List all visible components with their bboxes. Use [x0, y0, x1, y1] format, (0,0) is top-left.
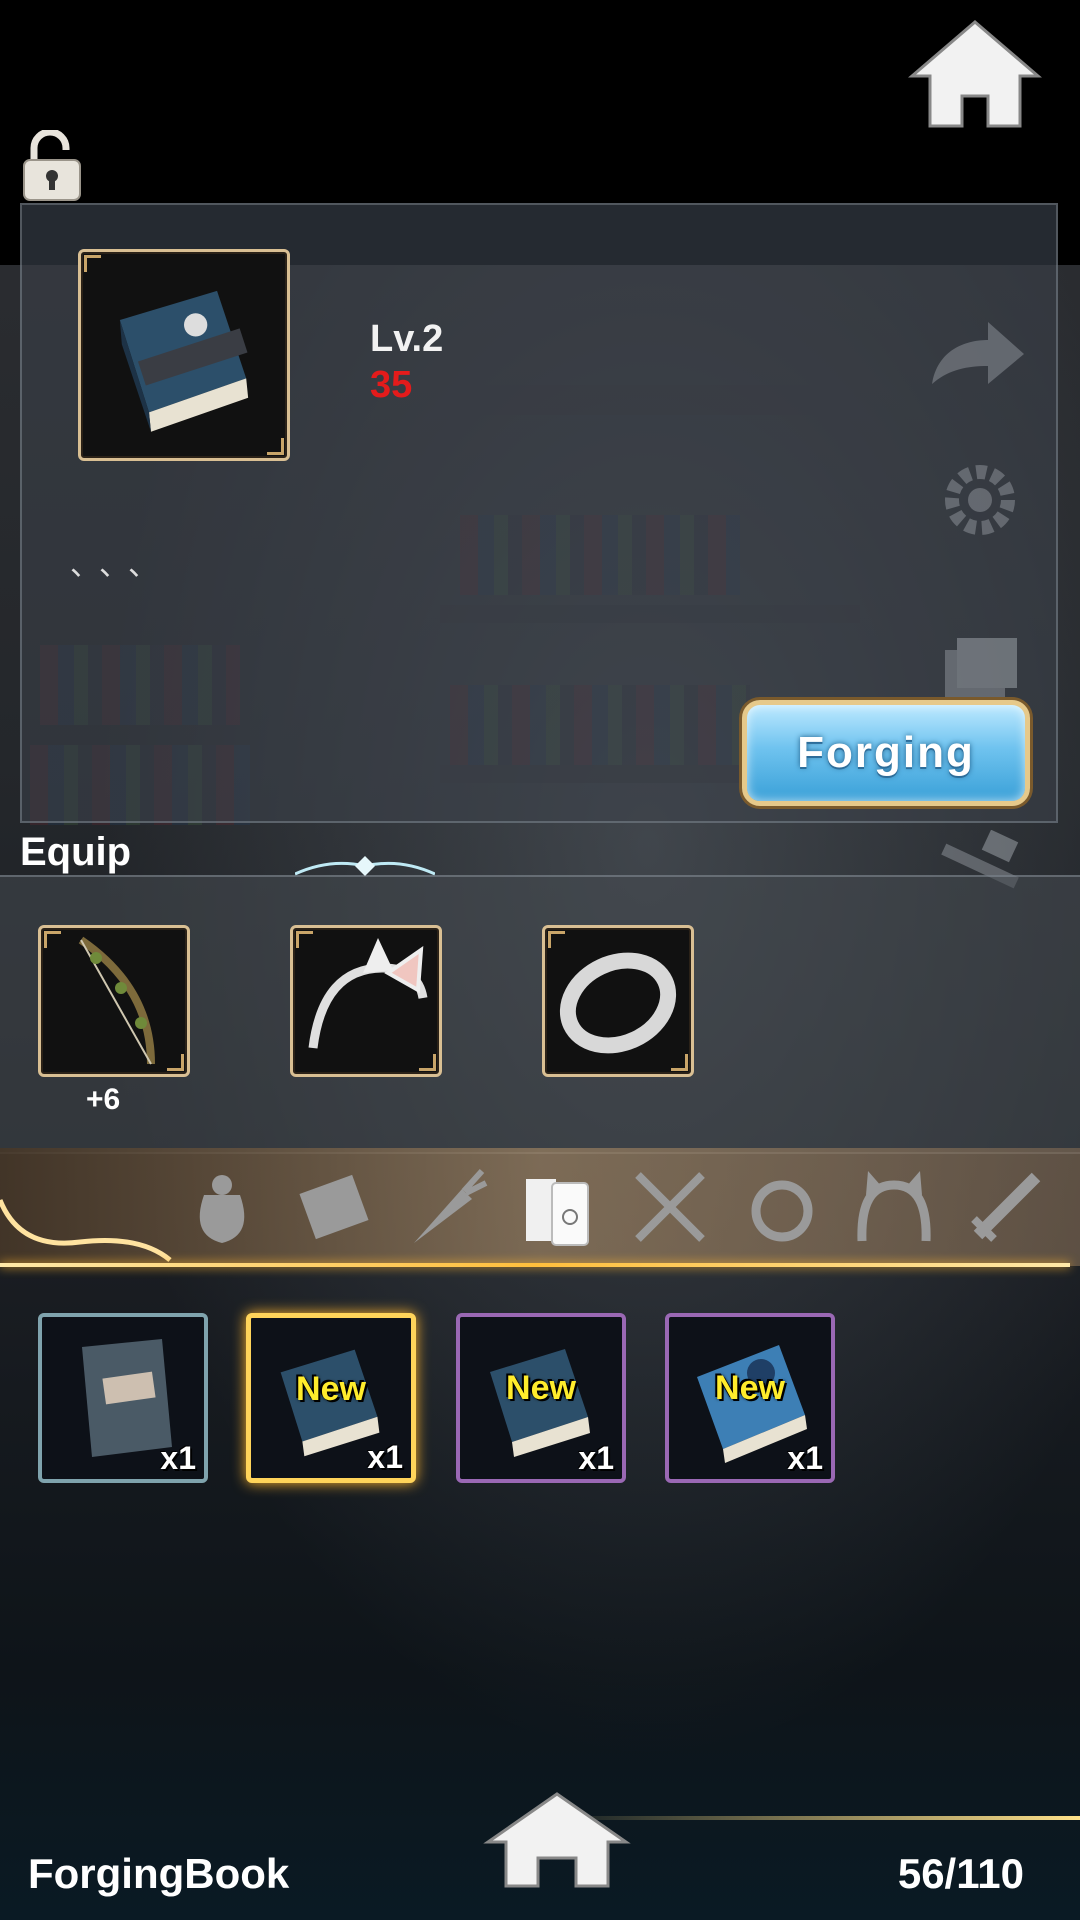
book-stack-icon[interactable] — [935, 630, 1025, 710]
forging-book-icon — [119, 290, 249, 432]
headband-icon[interactable] — [852, 1165, 936, 1249]
silver-ring-icon — [559, 952, 677, 1054]
flourish-icon — [0, 1199, 172, 1262]
inventory-slot[interactable]: x1 — [38, 1313, 208, 1483]
item-quantity: x1 — [787, 1440, 823, 1476]
forging-button-label: Forging — [797, 728, 975, 777]
spoon-fork-icon[interactable] — [628, 1165, 712, 1249]
item-description: 、、、 — [70, 549, 172, 582]
settings-gear-icon[interactable] — [935, 455, 1025, 545]
unlocked-padlock-icon[interactable] — [20, 130, 84, 202]
cat-ear-headband-icon — [308, 938, 428, 1049]
new-badge: New — [715, 1369, 785, 1407]
inventory-slot[interactable]: New x1 — [246, 1313, 416, 1483]
equip-title: Equip — [20, 830, 132, 874]
pouch-icon[interactable] — [180, 1165, 264, 1249]
item-quantity: x1 — [160, 1440, 196, 1476]
sword-icon[interactable] — [964, 1165, 1048, 1249]
selected-item-slot[interactable] — [78, 249, 290, 461]
tab-underline — [0, 1263, 1070, 1267]
equip-slot-headband[interactable] — [290, 925, 442, 1077]
inventory-slot[interactable]: New x1 — [456, 1313, 626, 1483]
category-title: ForgingBook — [28, 1850, 290, 1897]
carrot-icon[interactable] — [404, 1165, 488, 1249]
new-badge: New — [506, 1369, 576, 1407]
item-stat-value: 35 — [370, 364, 413, 406]
inventory-slot[interactable]: New x1 — [665, 1313, 835, 1483]
new-badge: New — [296, 1370, 366, 1408]
forging-button[interactable]: Forging — [742, 700, 1030, 806]
equip-slot-ring[interactable] — [542, 925, 694, 1077]
books-icon[interactable] — [516, 1165, 600, 1249]
inventory-count: 56/110 — [897, 1850, 1024, 1897]
home-icon[interactable] — [908, 18, 1042, 130]
letter-icon[interactable] — [292, 1165, 376, 1249]
item-quantity: x1 — [367, 1439, 403, 1475]
item-quantity: x1 — [578, 1440, 614, 1476]
home-icon[interactable] — [482, 1790, 632, 1890]
ring-icon[interactable] — [740, 1165, 824, 1249]
bow-icon — [78, 936, 155, 1065]
ornament-icon — [295, 856, 435, 876]
share-arrow-icon[interactable] — [928, 318, 1028, 388]
equip-bonus: +6 — [86, 1083, 121, 1116]
item-level: Lv.2 — [370, 318, 444, 360]
equip-slot-bow[interactable] — [38, 925, 190, 1077]
